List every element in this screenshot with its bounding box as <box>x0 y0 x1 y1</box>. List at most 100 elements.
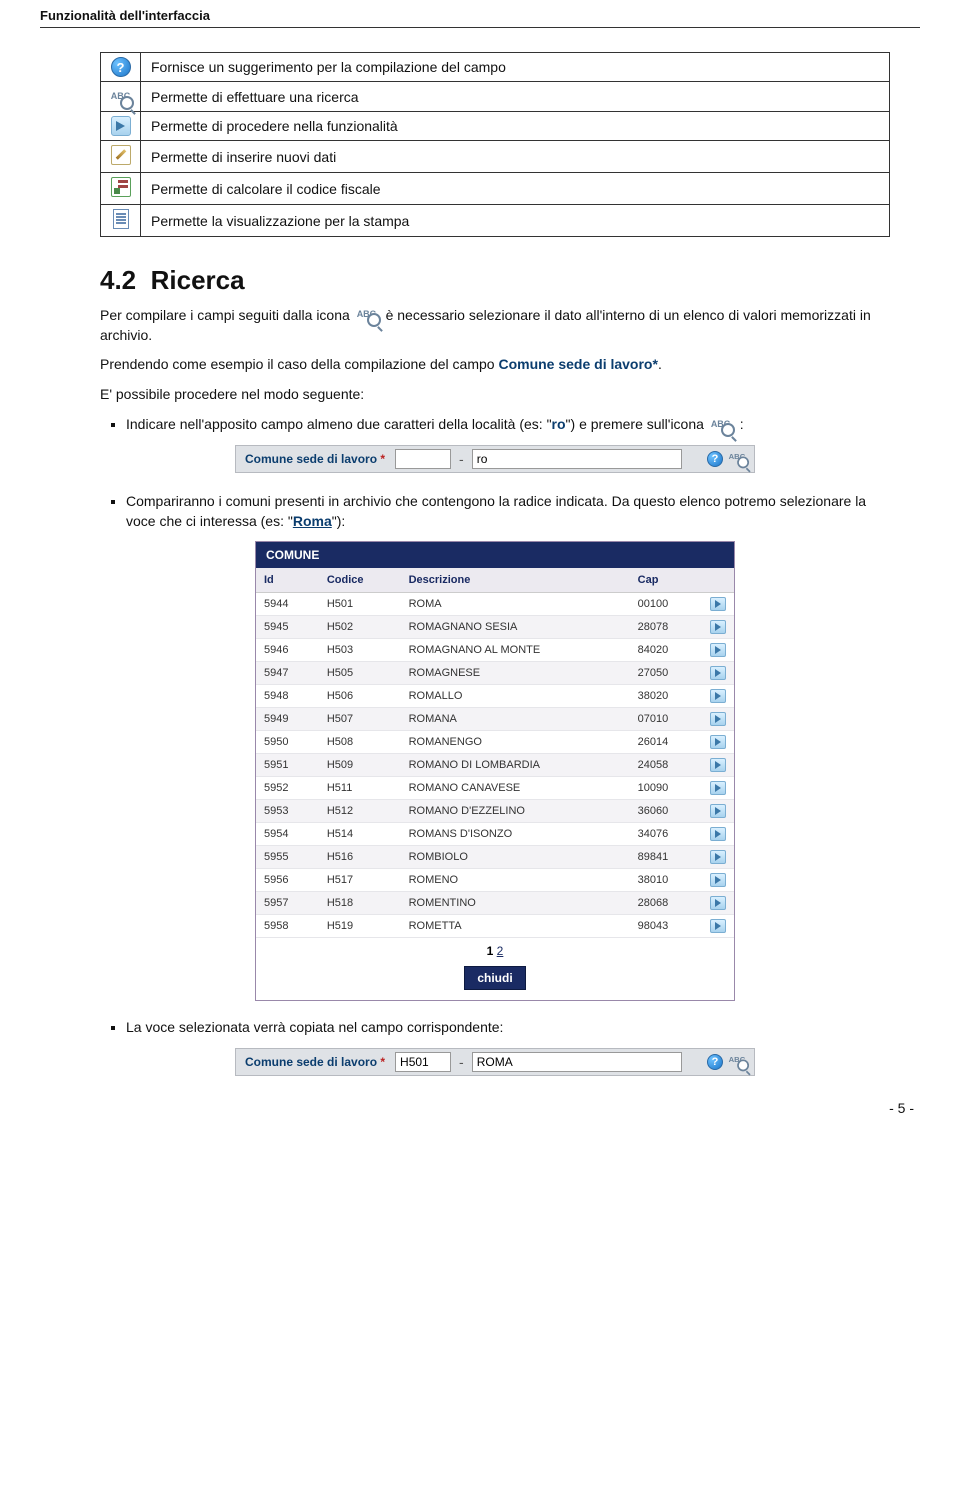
select-row-cell <box>702 639 734 662</box>
close-button[interactable]: chiudi <box>464 966 525 990</box>
legend-icon-cell <box>101 205 141 237</box>
table-cell: 5958 <box>256 915 319 938</box>
table-cell: 5944 <box>256 593 319 616</box>
select-row-icon[interactable] <box>710 666 726 680</box>
section-number: 4.2 <box>100 265 136 295</box>
table-cell: ROMA <box>401 593 630 616</box>
select-row-icon[interactable] <box>710 689 726 703</box>
paragraph-2: Prendendo come esempio il caso della com… <box>100 355 890 375</box>
legend-row: ? Fornisce un suggerimento per la compila… <box>101 53 890 82</box>
legend-desc-cell: Permette di calcolare il codice fiscale <box>141 173 890 205</box>
table-cell: 5948 <box>256 685 319 708</box>
field-code-input[interactable] <box>395 1052 451 1072</box>
select-row-icon[interactable] <box>710 712 726 726</box>
legend-row: Permette di procedere nella funzionalità <box>101 112 890 141</box>
table-cell: H507 <box>319 708 401 731</box>
field-comune-sede-lavoro: Comune sede di lavoro * - ? ABC <box>235 445 755 473</box>
abc-search-icon: ABC <box>711 418 733 434</box>
table-cell: ROMANA <box>401 708 630 731</box>
table-cell: 34076 <box>630 823 702 846</box>
table-cell: H508 <box>319 731 401 754</box>
col-header: Descrizione <box>401 568 630 593</box>
table-row: 5944H501ROMA00100 <box>256 593 734 616</box>
table-cell: 89841 <box>630 846 702 869</box>
select-row-icon[interactable] <box>710 804 726 818</box>
help-icon: ? <box>111 57 131 77</box>
select-row-icon[interactable] <box>710 873 726 887</box>
paragraph-3: E' possibile procedere nel modo seguente… <box>100 385 890 405</box>
table-cell: ROMANS D'ISONZO <box>401 823 630 846</box>
help-icon[interactable]: ? <box>707 451 723 467</box>
link-roma[interactable]: Roma <box>293 513 332 529</box>
pager-next[interactable]: 2 <box>497 944 504 958</box>
select-row-icon[interactable] <box>710 758 726 772</box>
select-row-cell <box>702 777 734 800</box>
legend-desc-cell: Permette di effettuare una ricerca <box>141 82 890 112</box>
table-cell: 26014 <box>630 731 702 754</box>
table-cell: H503 <box>319 639 401 662</box>
legend-row: Permette di inserire nuovi dati <box>101 141 890 173</box>
abc-search-icon[interactable]: ABC <box>729 452 748 466</box>
table-cell: H509 <box>319 754 401 777</box>
select-row-icon[interactable] <box>710 597 726 611</box>
step-1: Indicare nell'apposito campo almeno due … <box>126 414 890 434</box>
table-cell: 5955 <box>256 846 319 869</box>
legend-desc-cell: Permette di inserire nuovi dati <box>141 141 890 173</box>
table-cell: 5952 <box>256 777 319 800</box>
legend-icon-cell <box>101 173 141 205</box>
document-icon <box>113 209 129 229</box>
abc-search-icon[interactable]: ABC <box>729 1055 748 1069</box>
field-name-input[interactable] <box>472 449 682 469</box>
table-row: 5953H512ROMANO D'EZZELINO36060 <box>256 800 734 823</box>
table-cell: 98043 <box>630 915 702 938</box>
table-row: 5947H505ROMAGNESE27050 <box>256 662 734 685</box>
table-cell: 38020 <box>630 685 702 708</box>
table-cell: 5956 <box>256 869 319 892</box>
legend-row: Permette di calcolare il codice fiscale <box>101 173 890 205</box>
table-cell: 28068 <box>630 892 702 915</box>
help-icon[interactable]: ? <box>707 1054 723 1070</box>
icons-legend-table: ? Fornisce un suggerimento per la compila… <box>100 52 890 237</box>
table-cell: H519 <box>319 915 401 938</box>
field-comune-sede-lavoro-filled: Comune sede di lavoro * - ? ABC <box>235 1048 755 1076</box>
table-cell: ROMANO CANAVESE <box>401 777 630 800</box>
table-row: 5952H511ROMANO CANAVESE10090 <box>256 777 734 800</box>
select-row-icon[interactable] <box>710 850 726 864</box>
table-cell: ROMANO D'EZZELINO <box>401 800 630 823</box>
legend-row: ABCPermette di effettuare una ricerca <box>101 82 890 112</box>
select-row-cell <box>702 915 734 938</box>
col-header: Cap <box>630 568 702 593</box>
table-cell: ROMANO DI LOMBARDIA <box>401 754 630 777</box>
table-cell: H517 <box>319 869 401 892</box>
table-cell: H505 <box>319 662 401 685</box>
select-row-cell <box>702 662 734 685</box>
select-row-icon[interactable] <box>710 896 726 910</box>
legend-icon-cell: ABC <box>101 82 141 112</box>
table-row: 5957H518ROMENTINO28068 <box>256 892 734 915</box>
select-row-icon[interactable] <box>710 919 726 933</box>
table-cell: 84020 <box>630 639 702 662</box>
select-row-icon[interactable] <box>710 781 726 795</box>
table-row: 5955H516ROMBIOLO89841 <box>256 846 734 869</box>
col-header: Codice <box>319 568 401 593</box>
table-cell: ROMAGNANO SESIA <box>401 616 630 639</box>
section-heading: 4.2 Ricerca <box>100 265 890 296</box>
abc-search-icon: ABC <box>357 308 379 324</box>
field-code-input[interactable] <box>395 449 451 469</box>
col-header-select <box>702 568 734 593</box>
select-row-icon[interactable] <box>710 620 726 634</box>
table-cell: ROMALLO <box>401 685 630 708</box>
page-number: - 5 - <box>40 1100 914 1116</box>
table-cell: 5950 <box>256 731 319 754</box>
field-name-input[interactable] <box>472 1052 682 1072</box>
select-row-icon[interactable] <box>710 827 726 841</box>
select-row-icon[interactable] <box>710 643 726 657</box>
field-label: Comune sede di lavoro * <box>241 1055 389 1069</box>
legend-desc-cell: Fornisce un suggerimento per la compilaz… <box>141 53 890 82</box>
select-row-cell <box>702 685 734 708</box>
table-row: 5946H503ROMAGNANO AL MONTE84020 <box>256 639 734 662</box>
pager-current: 1 <box>487 944 494 958</box>
select-row-icon[interactable] <box>710 735 726 749</box>
step-2: Compariranno i comuni presenti in archiv… <box>126 491 890 532</box>
legend-row: Permette la visualizzazione per la stamp… <box>101 205 890 237</box>
